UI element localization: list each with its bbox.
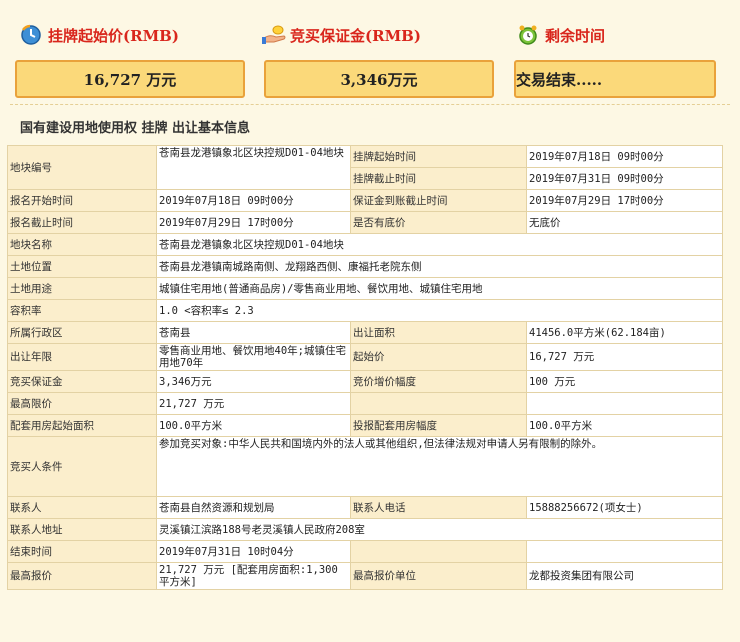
phone-value: 15888256672(项女士) — [526, 496, 723, 519]
start-price-value-cell: 16,727 万元 — [526, 343, 723, 371]
summary-header: 挂牌起始价(RMB) 竞买保证金(RMB) 剩余时间 16,727 万元 3,3… — [0, 0, 740, 100]
reg-start-value: 2019年07月18日 09时00分 — [156, 189, 351, 212]
end-time-value: 2019年07月31日 10时04分 — [156, 540, 351, 563]
table-row: 容积率 1.0 <容积率≤ 2.3 — [7, 299, 723, 322]
table-row: 联系人地址 灵溪镇江滨路188号老灵溪镇人民政府208室 — [7, 518, 723, 541]
location-value: 苍南县龙港镇南城路南侧、龙翔路西侧、康福托老院东侧 — [156, 255, 723, 278]
deposit-deadline-value: 2019年07月29日 17时00分 — [526, 189, 723, 212]
table-row: 结束时间 2019年07月31日 10时04分 — [7, 540, 723, 563]
usage-label: 土地用途 — [7, 277, 157, 300]
contact-value: 苍南县自然资源和规划局 — [156, 496, 351, 519]
clock-refresh-icon — [20, 24, 42, 46]
top-bidder-value: 龙都投资集团有限公司 — [526, 562, 723, 590]
parcel-name-label: 地块名称 — [7, 233, 157, 256]
max-price-value: 21,727 万元 — [156, 392, 351, 415]
top-bid-label: 最高报价 — [7, 562, 157, 590]
time-left-label: 剩余时间 — [545, 26, 606, 45]
top-bid-value: 21,727 万元 [配套用房面积:1,300平方米] — [156, 562, 351, 590]
deposit-deadline-label: 保证金到账截止时间 — [350, 189, 527, 212]
listing-end-label: 挂牌截止时间 — [350, 167, 527, 190]
increment-value: 100 万元 — [526, 370, 723, 393]
location-label: 土地位置 — [7, 255, 157, 278]
deposit-value-cell: 3,346万元 — [156, 370, 351, 393]
district-label: 所属行政区 — [7, 321, 157, 344]
table-row: 地块编号 苍南县龙港镇象北区块控规D01-04地块 挂牌起始时间 2019年07… — [7, 145, 723, 190]
time-left-heading: 剩余时间 — [517, 22, 605, 48]
table-row: 竞买人条件 参加竞买对象:中华人民共和国境内外的法人或其他组织,但法律法规对申请… — [7, 436, 723, 497]
deposit-heading: 竞买保证金(RMB) — [262, 22, 421, 48]
conditions-value: 参加竞买对象:中华人民共和国境内外的法人或其他组织,但法律法规对申请人另有限制的… — [156, 436, 723, 497]
listing-start-value: 2019年07月18日 09时00分 — [526, 145, 723, 168]
alarm-clock-icon — [517, 24, 539, 46]
empty-label-cell — [350, 392, 527, 415]
hand-coins-icon — [262, 24, 286, 46]
address-value: 灵溪镇江滨路188号老灵溪镇人民政府208室 — [156, 518, 723, 541]
table-row: 土地用途 城镇住宅用地(普通商品房)/零售商业用地、餐饮用地、城镇住宅用地 — [7, 277, 723, 300]
empty-label-cell-2 — [350, 540, 527, 563]
start-price-heading: 挂牌起始价(RMB) — [20, 22, 179, 48]
table-row: 地块名称 苍南县龙港镇象北区块控规D01-04地块 — [7, 233, 723, 256]
time-left-value: 交易结束..... — [516, 70, 603, 89]
table-row: 报名开始时间 2019年07月18日 09时00分 保证金到账截止时间 2019… — [7, 189, 723, 212]
table-row: 配套用房起始面积 100.0平方米 投报配套用房幅度 100.0平方米 — [7, 414, 723, 437]
deposit-box: 3,346万元 — [264, 60, 494, 98]
reg-start-label: 报名开始时间 — [7, 189, 157, 212]
deposit-label-cell: 竞买保证金 — [7, 370, 157, 393]
housing-start-label: 配套用房起始面积 — [7, 414, 157, 437]
far-value: 1.0 <容积率≤ 2.3 — [156, 299, 723, 322]
start-price-label: 挂牌起始价(RMB) — [48, 26, 179, 45]
parcel-no-label: 地块编号 — [7, 145, 157, 190]
deposit-value: 3,346万元 — [340, 70, 418, 89]
deposit-label: 竞买保证金(RMB) — [290, 26, 421, 45]
empty-value-cell — [526, 392, 723, 415]
start-price-box: 16,727 万元 — [15, 60, 245, 98]
table-row: 最高报价 21,727 万元 [配套用房面积:1,300平方米] 最高报价单位 … — [7, 562, 723, 590]
parcel-no-value: 苍南县龙港镇象北区块控规D01-04地块 — [156, 145, 351, 190]
section-title: 国有建设用地使用权 挂牌 出让基本信息 — [20, 121, 251, 136]
table-row: 最高限价 21,727 万元 — [7, 392, 723, 415]
max-price-label: 最高限价 — [7, 392, 157, 415]
table-row: 出让年限 零售商业用地、餐饮用地40年;城镇住宅用地70年 起始价 16,727… — [7, 343, 723, 371]
address-label: 联系人地址 — [7, 518, 157, 541]
far-label: 容积率 — [7, 299, 157, 322]
land-info-table: 地块编号 苍南县龙港镇象北区块控规D01-04地块 挂牌起始时间 2019年07… — [7, 145, 723, 590]
header-divider — [10, 104, 730, 105]
listing-start-label: 挂牌起始时间 — [350, 145, 527, 168]
start-price-label-cell: 起始价 — [350, 343, 527, 371]
term-label: 出让年限 — [7, 343, 157, 371]
parcel-name-value: 苍南县龙港镇象北区块控规D01-04地块 — [156, 233, 723, 256]
table-row: 报名截止时间 2019年07月29日 17时00分 是否有底价 无底价 — [7, 211, 723, 234]
housing-step-value: 100.0平方米 — [526, 414, 723, 437]
usage-value: 城镇住宅用地(普通商品房)/零售商业用地、餐饮用地、城镇住宅用地 — [156, 277, 723, 300]
housing-step-label: 投报配套用房幅度 — [350, 414, 527, 437]
time-left-box: 交易结束..... — [514, 60, 716, 98]
table-row: 联系人 苍南县自然资源和规划局 联系人电话 15888256672(项女士) — [7, 496, 723, 519]
area-value: 41456.0平方米(62.184亩) — [526, 321, 723, 344]
reserve-label: 是否有底价 — [350, 211, 527, 234]
reg-end-value: 2019年07月29日 17时00分 — [156, 211, 351, 234]
area-label: 出让面积 — [350, 321, 527, 344]
district-value: 苍南县 — [156, 321, 351, 344]
listing-end-value: 2019年07月31日 09时00分 — [526, 167, 723, 190]
housing-start-value: 100.0平方米 — [156, 414, 351, 437]
table-row: 所属行政区 苍南县 出让面积 41456.0平方米(62.184亩) — [7, 321, 723, 344]
end-time-label: 结束时间 — [7, 540, 157, 563]
top-bidder-label: 最高报价单位 — [350, 562, 527, 590]
phone-label: 联系人电话 — [350, 496, 527, 519]
start-price-value: 16,727 万元 — [83, 70, 177, 89]
reserve-value: 无底价 — [526, 211, 723, 234]
conditions-label: 竞买人条件 — [7, 436, 157, 497]
reg-end-label: 报名截止时间 — [7, 211, 157, 234]
empty-value-cell-2 — [526, 540, 723, 563]
contact-label: 联系人 — [7, 496, 157, 519]
table-row: 竞买保证金 3,346万元 竞价增价幅度 100 万元 — [7, 370, 723, 393]
increment-label: 竞价增价幅度 — [350, 370, 527, 393]
table-row: 土地位置 苍南县龙港镇南城路南侧、龙翔路西侧、康福托老院东侧 — [7, 255, 723, 278]
term-value: 零售商业用地、餐饮用地40年;城镇住宅用地70年 — [156, 343, 351, 371]
